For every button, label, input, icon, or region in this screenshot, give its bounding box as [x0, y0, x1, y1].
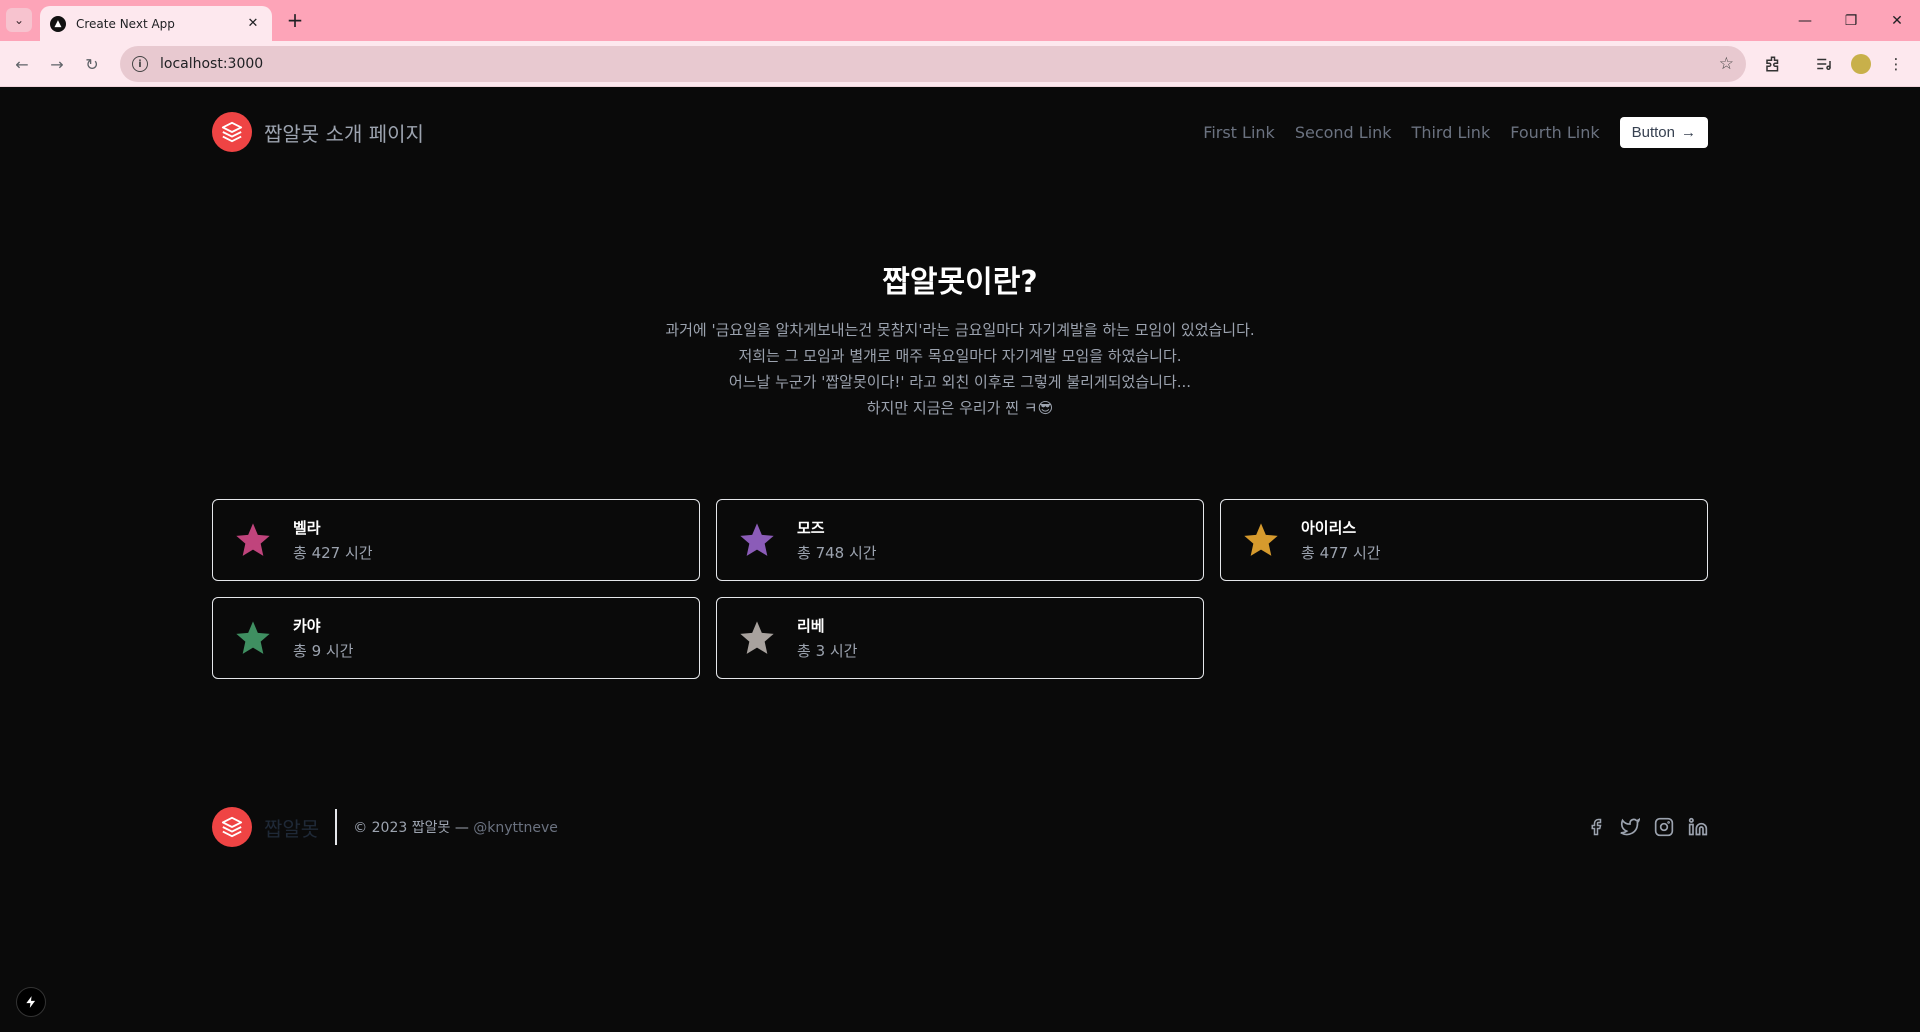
- site-footer: 짭알못 © 2023 짭알못 — @knyttneve: [212, 807, 1708, 847]
- member-card: 카야 총 9 시간: [212, 597, 700, 679]
- twitter-icon[interactable]: [1620, 817, 1640, 837]
- star-icon: [236, 621, 270, 654]
- member-name: 모즈: [797, 519, 825, 537]
- copyright-text: © 2023 짭알못 — @knyttneve: [353, 817, 558, 837]
- hero-title: 짭알못이란?: [882, 265, 1038, 300]
- member-hours: 총 3 시간: [797, 642, 858, 660]
- arrow-right-icon: →: [1681, 123, 1696, 141]
- star-icon: [740, 523, 774, 556]
- new-tab-button[interactable]: +: [282, 8, 308, 32]
- header-button[interactable]: Button →: [1619, 116, 1708, 148]
- member-hours: 총 9 시간: [293, 642, 354, 660]
- member-card: 벨라 총 427 시간: [212, 499, 700, 581]
- reload-button[interactable]: ↻: [78, 50, 106, 78]
- footer-divider: [335, 809, 338, 845]
- hero-line-3: 어느날 누군가 '짭알못이다!' 라고 외친 이후로 그렇게 불리게되었습니다.…: [728, 373, 1192, 391]
- member-cards: 벨라 총 427 시간 모즈 총 748 시간 아이리스 총 477 시간 카야…: [212, 499, 1708, 679]
- site-info-icon[interactable]: i: [132, 56, 148, 72]
- star-icon: [236, 523, 270, 556]
- nav-link-fourth[interactable]: Fourth Link: [1510, 123, 1599, 142]
- member-name: 아이리스: [1301, 519, 1357, 537]
- hero-line-1: 과거에 '금요일을 알차게보내는건 못참지'라는 금요일마다 자기계발을 하는 …: [665, 321, 1255, 339]
- close-window-button[interactable]: ✕: [1874, 0, 1920, 41]
- browser-titlebar: ⌄ ▲ Create Next App ✕ + — ❐ ✕: [0, 0, 1920, 41]
- nav-link-second[interactable]: Second Link: [1295, 123, 1392, 142]
- footer-logo-stack-icon[interactable]: [212, 807, 252, 847]
- member-hours: 총 477 시간: [1301, 544, 1381, 562]
- author-handle-link[interactable]: @knyttneve: [473, 820, 558, 836]
- restore-button[interactable]: ❐: [1828, 0, 1874, 41]
- header-button-label: Button: [1631, 123, 1675, 141]
- window-controls: — ❐ ✕: [1782, 0, 1920, 41]
- star-icon: [1244, 523, 1278, 556]
- main-nav: First Link Second Link Third Link Fourth…: [1203, 116, 1708, 148]
- browser-toolbar: ← → ↻ i localhost:3000 ☆ ⋮: [0, 41, 1920, 87]
- instagram-icon[interactable]: [1654, 817, 1674, 837]
- brand-title[interactable]: 짭알못 소개 페이지: [264, 118, 424, 147]
- linkedin-icon[interactable]: [1688, 817, 1708, 837]
- bookmark-star-icon[interactable]: ☆: [1719, 54, 1734, 74]
- member-card: 모즈 총 748 시간: [716, 499, 1204, 581]
- member-name: 카야: [293, 617, 321, 635]
- member-card: 아이리스 총 477 시간: [1220, 499, 1708, 581]
- nav-link-first[interactable]: First Link: [1203, 123, 1275, 142]
- member-name: 리베: [797, 617, 825, 635]
- back-button[interactable]: ←: [8, 50, 36, 78]
- minimize-button[interactable]: —: [1782, 0, 1828, 41]
- nextjs-dev-indicator-icon[interactable]: [16, 987, 46, 1017]
- nextjs-favicon-icon: ▲: [50, 15, 66, 32]
- star-icon: [740, 621, 774, 654]
- tab-title: Create Next App: [76, 16, 175, 31]
- site-header: 짭알못 소개 페이지 First Link Second Link Third …: [212, 107, 1708, 157]
- member-hours: 총 427 시간: [293, 544, 373, 562]
- copyright-label: © 2023 짭알못 —: [353, 820, 469, 836]
- hero-line-4: 하지만 지금은 우리가 찐 ㅋ😎: [866, 399, 1054, 417]
- member-name: 벨라: [293, 519, 321, 537]
- profile-avatar[interactable]: [1851, 54, 1871, 74]
- browser-tab[interactable]: ▲ Create Next App ✕: [40, 6, 272, 41]
- logo-stack-icon[interactable]: [212, 112, 252, 152]
- social-links: [1586, 817, 1708, 837]
- page: 짭알못 소개 페이지 First Link Second Link Third …: [0, 87, 1920, 1032]
- url-text[interactable]: localhost:3000: [160, 56, 1719, 72]
- address-bar[interactable]: i localhost:3000 ☆: [120, 46, 1746, 82]
- tab-close-icon[interactable]: ✕: [244, 16, 262, 31]
- browser-menu-icon[interactable]: ⋮: [1884, 52, 1908, 76]
- footer-brand[interactable]: 짭알못: [264, 813, 319, 842]
- facebook-icon[interactable]: [1586, 817, 1606, 837]
- nav-link-third[interactable]: Third Link: [1412, 123, 1491, 142]
- forward-button[interactable]: →: [43, 50, 71, 78]
- media-control-icon[interactable]: [1812, 52, 1836, 76]
- member-hours: 총 748 시간: [797, 544, 877, 562]
- hero-line-2: 저희는 그 모임과 별개로 매주 목요일마다 자기계발 모임을 하였습니다.: [738, 347, 1182, 365]
- extensions-icon[interactable]: [1761, 52, 1785, 76]
- tab-search-button[interactable]: ⌄: [6, 8, 32, 32]
- member-card: 리베 총 3 시간: [716, 597, 1204, 679]
- hero-section: 짭알못이란? 과거에 '금요일을 알차게보내는건 못참지'라는 금요일마다 자기…: [0, 257, 1920, 421]
